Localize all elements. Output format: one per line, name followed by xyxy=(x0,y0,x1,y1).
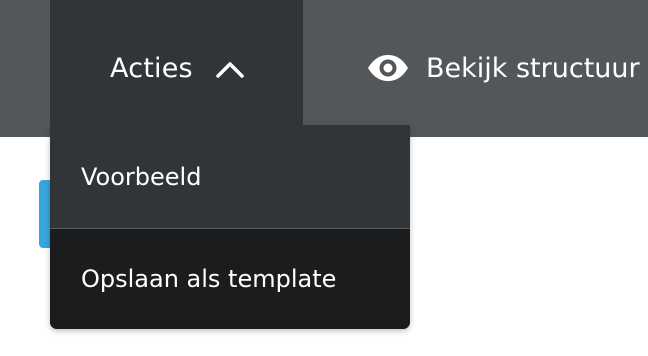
menu-item-label: Voorbeeld xyxy=(81,162,202,191)
eye-icon xyxy=(366,53,410,83)
chevron-up-icon xyxy=(215,54,245,84)
actions-dropdown-menu: Voorbeeld Opslaan als template xyxy=(50,125,410,329)
menu-item-preview[interactable]: Voorbeeld xyxy=(50,125,410,228)
toolbar: Acties Bekijk structuur xyxy=(0,0,648,137)
view-structure-label: Bekijk structuur xyxy=(426,52,640,84)
actions-button[interactable]: Acties xyxy=(50,0,303,137)
menu-item-label: Opslaan als template xyxy=(81,265,337,293)
actions-label: Acties xyxy=(110,53,193,84)
view-structure-button[interactable]: Bekijk structuur xyxy=(366,40,640,96)
menu-item-save-as-template[interactable]: Opslaan als template xyxy=(50,229,410,329)
